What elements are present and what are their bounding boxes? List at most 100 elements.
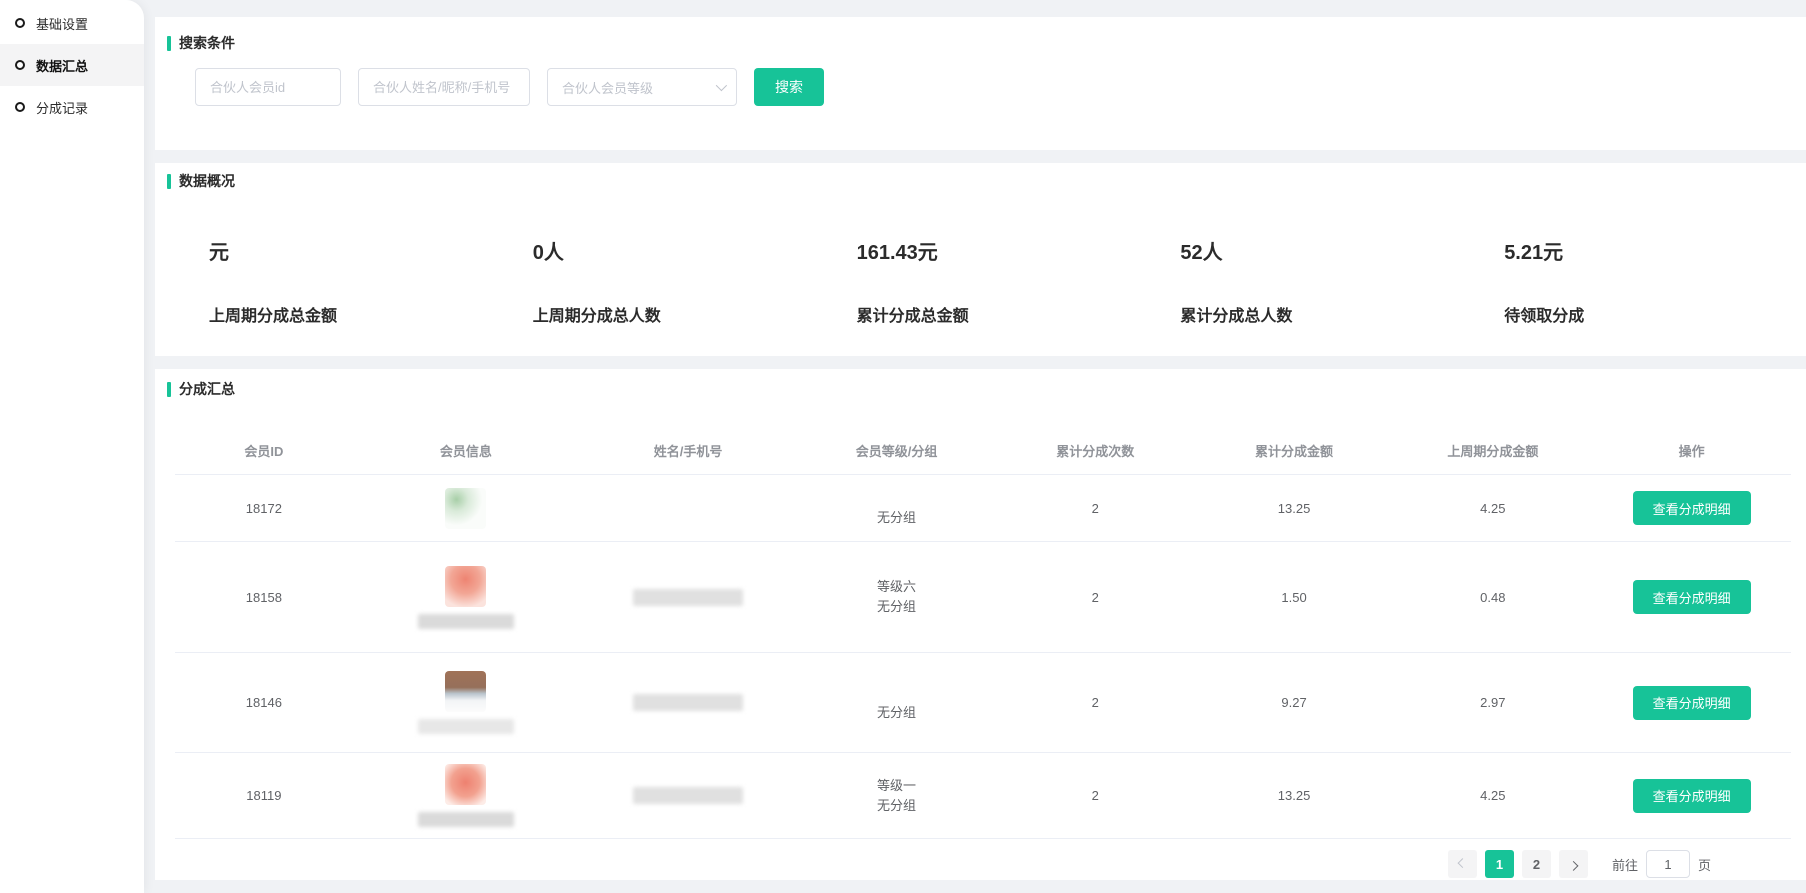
sidebar-item-share-records[interactable]: 分成记录	[0, 86, 144, 128]
member-level	[797, 488, 996, 508]
stat-label: 待领取分成	[1504, 302, 1786, 326]
table-row: 18146 无分组 2 9.27	[175, 653, 1791, 753]
stat-value: 161.43元	[857, 236, 1139, 265]
prev-page-button[interactable]	[1448, 850, 1477, 878]
share-count: 2	[996, 501, 1195, 516]
sidebar-item-label: 分成记录	[36, 98, 88, 117]
stat-value: 元	[209, 236, 491, 265]
blurred-nickname	[418, 719, 514, 734]
name-phone-cell	[579, 589, 797, 606]
stat-label: 累计分成总人数	[1180, 302, 1462, 326]
blurred-nickname	[418, 614, 514, 629]
share-count: 2	[996, 788, 1195, 803]
col-header-member-info: 会员信息	[353, 441, 579, 460]
member-id: 18172	[175, 501, 353, 516]
member-info	[353, 764, 579, 827]
stat-label: 上周期分成总人数	[533, 302, 815, 326]
col-header-actions: 操作	[1592, 441, 1791, 460]
table-row: 18172 无分组 2 13.25 4.25 查看分	[175, 475, 1791, 542]
stat-label: 上周期分成总金额	[209, 302, 491, 326]
member-group: 无分组	[797, 796, 996, 816]
member-group: 无分组	[797, 597, 996, 617]
section-title-text: 搜索条件	[179, 33, 235, 53]
radio-circle-icon	[15, 18, 25, 28]
share-total: 9.27	[1195, 695, 1394, 710]
name-phone-cell	[579, 694, 797, 711]
last-period-amount: 4.25	[1393, 788, 1592, 803]
overview-panel: 数据概况 元 上周期分成总金额 0人 上周期分成总人数 161.43元 累计分成…	[155, 163, 1806, 356]
share-total: 13.25	[1195, 501, 1394, 516]
col-header-name-phone: 姓名/手机号	[579, 441, 797, 460]
sidebar-item-label: 数据汇总	[36, 56, 88, 75]
sidebar-item-label: 基础设置	[36, 14, 88, 33]
col-header-level-group: 会员等级/分组	[797, 441, 996, 460]
view-detail-button[interactable]: 查看分成明细	[1633, 491, 1751, 525]
search-button[interactable]: 搜索	[754, 68, 824, 106]
share-summary-table: 会员ID 会员信息 姓名/手机号 会员等级/分组 累计分成次数 累计分成金额 上…	[175, 427, 1791, 839]
sidebar: 基础设置 数据汇总 分成记录	[0, 0, 144, 893]
section-accent-bar	[167, 174, 171, 189]
overview-section-title: 数据概况	[167, 171, 1786, 191]
blurred-nickname	[418, 812, 514, 827]
blurred-name-phone	[633, 694, 743, 711]
partner-id-input[interactable]	[195, 68, 341, 106]
view-detail-button[interactable]: 查看分成明细	[1633, 580, 1751, 614]
share-count: 2	[996, 590, 1195, 605]
sidebar-item-basic-settings[interactable]: 基础设置	[0, 2, 144, 44]
member-group: 无分组	[797, 703, 996, 723]
stats-row: 元 上周期分成总金额 0人 上周期分成总人数 161.43元 累计分成总金额 5…	[167, 236, 1786, 326]
pagination: 1 2 前往 页	[167, 844, 1791, 884]
col-header-share-count: 累计分成次数	[996, 441, 1195, 460]
share-total: 13.25	[1195, 788, 1394, 803]
section-accent-bar	[167, 36, 171, 51]
search-section-title: 搜索条件	[167, 33, 1786, 53]
search-form: 合伙人会员等级 搜索	[195, 68, 1786, 106]
chevron-right-icon	[1569, 860, 1579, 870]
table-body: 18172 无分组 2 13.25 4.25 查看分	[175, 475, 1791, 839]
member-id: 18158	[175, 590, 353, 605]
page-button-2[interactable]: 2	[1522, 850, 1551, 878]
blurred-name-phone	[633, 589, 743, 606]
page-button-1[interactable]: 1	[1485, 850, 1514, 878]
table-section-title: 分成汇总	[167, 379, 1791, 399]
stat-label: 累计分成总金额	[857, 302, 1139, 326]
search-panel: 搜索条件 合伙人会员等级 搜索	[155, 17, 1806, 150]
section-accent-bar	[167, 382, 171, 397]
page-unit-label: 页	[1698, 855, 1711, 874]
sidebar-item-data-summary[interactable]: 数据汇总	[0, 44, 144, 86]
view-detail-button[interactable]: 查看分成明细	[1633, 686, 1751, 720]
next-page-button[interactable]	[1559, 850, 1588, 878]
stat-last-period-people: 0人 上周期分成总人数	[491, 236, 815, 326]
last-period-amount: 0.48	[1393, 590, 1592, 605]
select-placeholder: 合伙人会员等级	[562, 78, 653, 97]
blurred-avatar	[445, 488, 486, 529]
partner-name-input[interactable]	[358, 68, 530, 106]
goto-page: 前往 页	[1612, 850, 1711, 878]
stat-value: 0人	[533, 236, 815, 265]
share-summary-panel: 分成汇总 会员ID 会员信息 姓名/手机号 会员等级/分组 累计分成次数 累计分…	[155, 369, 1806, 880]
member-level: 等级六	[797, 577, 996, 597]
chevron-down-icon	[716, 80, 727, 91]
col-header-share-total: 累计分成金额	[1195, 441, 1394, 460]
partner-level-select[interactable]: 合伙人会员等级	[547, 68, 737, 106]
share-total: 1.50	[1195, 590, 1394, 605]
stat-total-people: 52人 累计分成总人数	[1138, 236, 1462, 326]
col-header-member-id: 会员ID	[175, 441, 353, 460]
section-title-text: 分成汇总	[179, 379, 235, 399]
radio-circle-icon	[15, 60, 25, 70]
blurred-name-phone	[633, 787, 743, 804]
goto-page-input[interactable]	[1646, 850, 1690, 878]
stat-last-period-amount: 元 上周期分成总金额	[167, 236, 491, 326]
stat-total-amount: 161.43元 累计分成总金额	[815, 236, 1139, 326]
name-phone-cell	[579, 787, 797, 804]
view-detail-button[interactable]: 查看分成明细	[1633, 779, 1751, 813]
member-info	[353, 671, 579, 734]
stat-value: 5.21元	[1504, 236, 1786, 265]
blurred-avatar	[445, 764, 486, 805]
member-level: 等级一	[797, 776, 996, 796]
last-period-amount: 2.97	[1393, 695, 1592, 710]
blurred-avatar	[445, 566, 486, 607]
radio-circle-icon	[15, 102, 25, 112]
table-row: 18158 等级六 无分组 2 1.50	[175, 542, 1791, 653]
share-count: 2	[996, 695, 1195, 710]
